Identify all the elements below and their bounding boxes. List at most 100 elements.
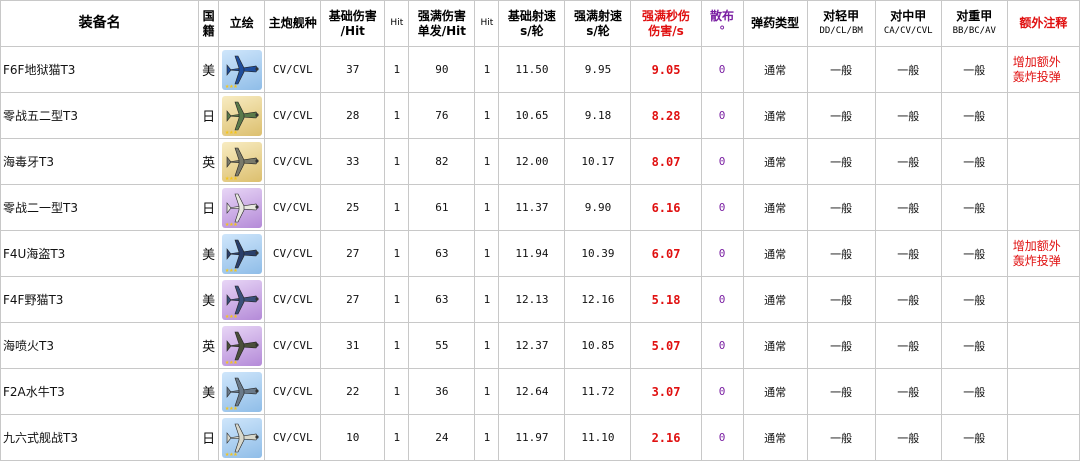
dps-value: 3.07 [630, 368, 702, 415]
plane-portrait-icon[interactable]: ★★★ [221, 417, 262, 458]
hit-count-a: 1 [384, 368, 410, 415]
equipment-name[interactable]: 海喷火T3 [0, 322, 200, 369]
plane-portrait-icon[interactable]: ★★★ [221, 141, 262, 182]
hit-count-b: 1 [474, 46, 500, 93]
extra-note [1006, 138, 1080, 185]
vs-light-armor: 一般 [806, 414, 876, 461]
max-damage: 76 [408, 92, 476, 139]
col-header-note: 额外注释 [1006, 0, 1080, 47]
svg-text:★★★: ★★★ [225, 404, 238, 412]
equipment-name[interactable]: F4F野猫T3 [0, 276, 200, 323]
vs-medium-armor: 一般 [874, 184, 942, 231]
ammo-type: 通常 [742, 368, 808, 415]
dps-value: 2.16 [630, 414, 702, 461]
svg-text:★★★: ★★★ [225, 312, 238, 320]
base-damage: 27 [320, 230, 386, 277]
spread-value: 0 [700, 230, 744, 277]
col-header-ammo: 弹药类型 [742, 0, 808, 47]
table-row[interactable]: 海毒牙T3 英 ★★★ CV/CVL 33 1 82 1 12.00 10.17 8.07 0 通常 一般… [0, 138, 1080, 185]
col-header-max-dmg-main: 强满伤害 [417, 8, 466, 23]
dps-value: 5.18 [630, 276, 702, 323]
hit-count-a: 1 [384, 230, 410, 277]
hit-count-a: 1 [384, 46, 410, 93]
ammo-type: 通常 [742, 138, 808, 185]
extra-note [1006, 92, 1080, 139]
equipment-name[interactable]: 九六式舰战T3 [0, 414, 200, 461]
country: 英 [198, 138, 220, 185]
country: 美 [198, 276, 220, 323]
svg-text:★★★: ★★★ [225, 220, 238, 228]
table-row[interactable]: 海喷火T3 英 ★★★ CV/CVL 31 1 55 1 12.37 10.85 5.07 0 通常 一般… [0, 322, 1080, 369]
max-damage: 82 [408, 138, 476, 185]
equipment-name[interactable]: 海毒牙T3 [0, 138, 200, 185]
max-damage: 36 [408, 368, 476, 415]
portrait-cell: ★★★ [218, 92, 266, 139]
equipment-name[interactable]: 零战二一型T3 [0, 184, 200, 231]
country: 日 [198, 92, 220, 139]
col-header-name: 装备名 [0, 0, 200, 47]
base-rate: 11.37 [498, 184, 566, 231]
col-header-max-rate: 强满射速 s/轮 [564, 0, 632, 47]
base-rate: 12.13 [498, 276, 566, 323]
vs-medium-armor: 一般 [874, 276, 942, 323]
plane-portrait-icon[interactable]: ★★★ [221, 187, 262, 228]
equipment-name[interactable]: F6F地狱猫T3 [0, 46, 200, 93]
max-damage: 63 [408, 230, 476, 277]
equipment-name[interactable]: F2A水牛T3 [0, 368, 200, 415]
svg-text:★★★: ★★★ [225, 128, 238, 136]
country: 美 [198, 368, 220, 415]
base-damage: 37 [320, 46, 386, 93]
svg-text:★★★: ★★★ [225, 358, 238, 366]
col-header-heavy-main: 对重甲 [956, 8, 993, 23]
table-row[interactable]: F4U海盗T3 美 ★★★ CV/CVL 27 1 63 1 11.94 10.39 6.07 0 通常… [0, 230, 1080, 277]
base-damage: 10 [320, 414, 386, 461]
vs-medium-armor: 一般 [874, 138, 942, 185]
max-rate: 11.72 [564, 368, 632, 415]
dps-value: 8.28 [630, 92, 702, 139]
col-header-base-rate-sub: s/轮 [520, 23, 544, 38]
table-row[interactable]: F4F野猫T3 美 ★★★ CV/CVL 27 1 63 1 12.13 12.16 5.18 0 通常… [0, 276, 1080, 323]
vs-light-armor: 一般 [806, 322, 876, 369]
col-header-base-dmg: 基础伤害/Hit [320, 0, 386, 47]
spread-value: 0 [700, 138, 744, 185]
plane-portrait-icon[interactable]: ★★★ [221, 95, 262, 136]
col-header-dps: 强满秒伤 伤害/s [630, 0, 702, 47]
col-header-spread-main: 散布 [710, 8, 735, 23]
col-header-light: 对轻甲 DD/CL/BM [806, 0, 876, 47]
max-damage: 63 [408, 276, 476, 323]
equipment-name[interactable]: F4U海盗T3 [0, 230, 200, 277]
plane-portrait-icon[interactable]: ★★★ [221, 371, 262, 412]
table-row[interactable]: F2A水牛T3 美 ★★★ CV/CVL 22 1 36 1 12.64 11.72 3.07 0 通常… [0, 368, 1080, 415]
plane-portrait-icon[interactable]: ★★★ [221, 49, 262, 90]
equipment-table: 装备名 国籍 立绘 主炮舰种 基础伤害/Hit Hit 强满伤害 单发/Hit H… [0, 0, 1080, 461]
vs-medium-armor: 一般 [874, 414, 942, 461]
col-header-medium-sub: CA/CV/CVL [883, 25, 933, 36]
ship-type: CV/CVL [264, 138, 322, 185]
col-header-country: 国籍 [198, 0, 220, 47]
plane-portrait-icon[interactable]: ★★★ [221, 233, 262, 274]
hit-count-a: 1 [384, 322, 410, 369]
portrait-cell: ★★★ [218, 368, 266, 415]
table-row[interactable]: F6F地狱猫T3 美 ★★★ CV/CVL 37 1 90 1 11.50 9.95 9.05 0 通常… [0, 46, 1080, 93]
table-row[interactable]: 零战二一型T3 日 ★★★ CV/CVL 25 1 61 1 11.37 9.90 6.16 0 通常一… [0, 184, 1080, 231]
vs-medium-armor: 一般 [874, 322, 942, 369]
plane-portrait-icon[interactable]: ★★★ [221, 325, 262, 366]
vs-heavy-armor: 一般 [940, 92, 1008, 139]
max-rate: 10.39 [564, 230, 632, 277]
table-row[interactable]: 九六式舰战T3 日 ★★★ CV/CVL 10 1 24 1 11.97 11.10 2.16 0 通常… [0, 414, 1080, 461]
max-rate: 11.10 [564, 414, 632, 461]
vs-medium-armor: 一般 [874, 46, 942, 93]
hit-count-b: 1 [474, 414, 500, 461]
country: 日 [198, 184, 220, 231]
country: 日 [198, 414, 220, 461]
table-row[interactable]: 零战五二型T3 日 ★★★ CV/CVL 28 1 76 1 10.65 9.18 8.28 0 通常一… [0, 92, 1080, 139]
col-header-max-dmg-sub: 单发/Hit [417, 23, 466, 38]
plane-portrait-icon[interactable]: ★★★ [221, 279, 262, 320]
vs-heavy-armor: 一般 [940, 276, 1008, 323]
col-header-dps-sub: 伤害/s [648, 23, 684, 38]
vs-medium-armor: 一般 [874, 368, 942, 415]
hit-count-a: 1 [384, 276, 410, 323]
hit-count-b: 1 [474, 92, 500, 139]
dps-value: 6.07 [630, 230, 702, 277]
equipment-name[interactable]: 零战五二型T3 [0, 92, 200, 139]
